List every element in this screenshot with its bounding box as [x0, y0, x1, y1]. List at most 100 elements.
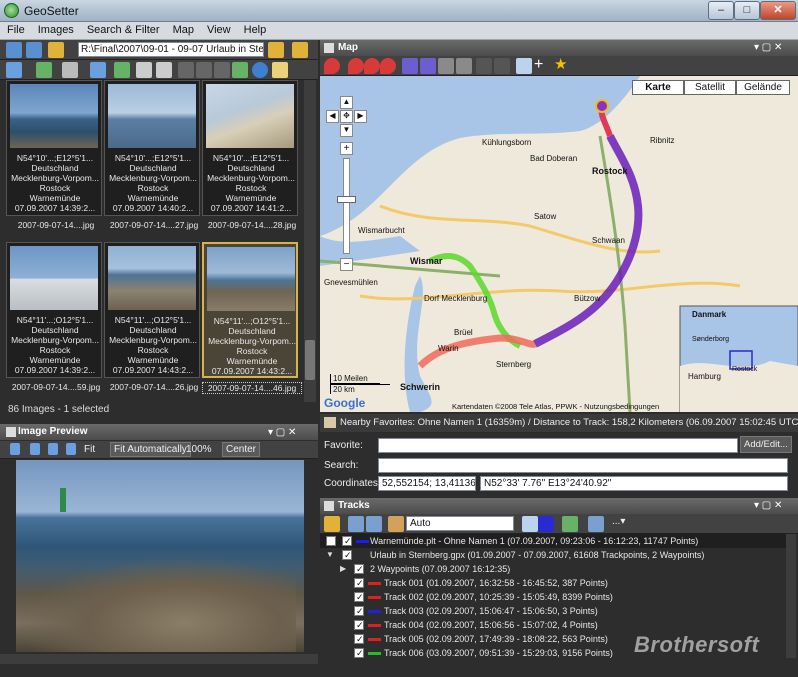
panel-controls[interactable]: ▾ ▢ ✕: [268, 427, 296, 438]
track-checkbox[interactable]: [354, 576, 364, 590]
marker-set-icon[interactable]: [348, 58, 364, 74]
redo-icon[interactable]: [196, 62, 212, 78]
map-type-gelaende[interactable]: Gelände: [736, 80, 790, 95]
track-checkbox[interactable]: [354, 562, 364, 576]
tracks-scrollbar[interactable]: [786, 534, 796, 658]
map-copyright[interactable]: Kartendaten ©2008 Tele Atlas, PPWK - Nut…: [452, 402, 678, 411]
track-checkbox[interactable]: [342, 548, 352, 562]
timezone-mode-dropdown[interactable]: Auto: [406, 516, 514, 531]
back-arrow-icon[interactable]: [6, 42, 22, 58]
expand-checkbox[interactable]: [326, 536, 336, 546]
thumbnail-item[interactable]: N54°11'...;O12°5'1... Deutschland Mecklenb…: [104, 242, 200, 392]
fit-automatically-button[interactable]: Fit Automatically: [110, 442, 191, 457]
menu-view[interactable]: View: [200, 22, 237, 36]
folder-path-input[interactable]: R:\Final\2007\09-01 - 09-07 Urlaub in St…: [78, 42, 264, 57]
maximize-button[interactable]: □: [734, 1, 760, 20]
up-folder-icon[interactable]: [48, 42, 64, 58]
timezone-icon[interactable]: [388, 516, 404, 532]
panel-controls[interactable]: ▾ ▢ ✕: [754, 42, 782, 53]
track-row[interactable]: Warnemünde.plt - Ohne Namen 1 (07.09.200…: [322, 534, 782, 548]
forward-arrow-icon[interactable]: [26, 42, 42, 58]
pan-left-icon[interactable]: ◀: [326, 110, 339, 123]
track-checkbox[interactable]: [354, 618, 364, 632]
add-edit-button[interactable]: Add/Edit...: [740, 436, 792, 453]
more-options-icon[interactable]: ...▾: [612, 516, 625, 527]
minimize-button[interactable]: –: [708, 1, 734, 20]
map-type-karte[interactable]: Karte: [632, 80, 684, 95]
pan-control[interactable]: ▲ ◀ ✥ ▶ ▼: [326, 96, 368, 138]
marker-remove-icon[interactable]: [364, 58, 380, 74]
crosshair-icon[interactable]: +: [534, 56, 543, 74]
star-favorites-icon[interactable]: ★: [554, 56, 567, 74]
thumbnail-item[interactable]: N54°10'...;E12°5'1... Deutschland Mecklenb…: [104, 80, 200, 230]
scrollbar-thumb[interactable]: [305, 340, 315, 380]
preview-hscroll[interactable]: [0, 654, 318, 664]
coordinates-dms-field[interactable]: N52°33' 7.76" E13°24'40.92": [480, 476, 788, 491]
thumbnail-item[interactable]: N54°10'...;E12°5'1... Deutschland Mecklenb…: [6, 80, 102, 230]
track-view-icon[interactable]: [588, 516, 604, 532]
pan-up-icon[interactable]: ▲: [340, 96, 353, 109]
track-checkbox[interactable]: [354, 590, 364, 604]
track-export-icon[interactable]: [562, 516, 578, 532]
track-color-icon[interactable]: [538, 516, 554, 532]
next-image-icon[interactable]: [48, 443, 58, 455]
prev-image-icon[interactable]: [30, 443, 40, 455]
open-folder-icon[interactable]: [268, 42, 284, 58]
thumbnail-scrollbar[interactable]: [304, 80, 316, 402]
pan-down-icon[interactable]: ▼: [340, 124, 353, 137]
edit-data-icon[interactable]: [136, 62, 152, 78]
last-image-icon[interactable]: [66, 443, 76, 455]
track-row[interactable]: ▶ 2 Waypoints (07.09.2007 16:12:35): [322, 562, 782, 576]
zoom-dropdown[interactable]: 100%: [186, 444, 212, 455]
collapse-arrow-icon[interactable]: ▼: [326, 548, 334, 562]
track-icon[interactable]: [402, 58, 418, 74]
track-tools-icon[interactable]: [366, 516, 382, 532]
center-button[interactable]: Center: [222, 442, 261, 457]
thumbnail-item[interactable]: N54°11'...;O12°5'1... Deutschland Mecklenb…: [6, 242, 102, 392]
track-row[interactable]: Track 003 (02.09.2007, 15:06:47 - 15:06:…: [322, 604, 782, 618]
filter-icon[interactable]: [90, 62, 106, 78]
sort-icon[interactable]: [36, 62, 52, 78]
image-info-icon[interactable]: [156, 62, 172, 78]
zoom-slider[interactable]: [343, 158, 350, 254]
marker-red-icon[interactable]: [324, 58, 340, 74]
info-icon[interactable]: [272, 62, 288, 78]
save-track-icon[interactable]: [348, 516, 364, 532]
expand-arrow-icon[interactable]: ▶: [340, 562, 346, 576]
map-back-icon[interactable]: [476, 58, 492, 74]
first-image-icon[interactable]: [10, 443, 20, 455]
comment-icon[interactable]: [516, 58, 532, 74]
menu-search-filter[interactable]: Search & Filter: [80, 22, 166, 36]
map-type-satellit[interactable]: Satellit: [684, 80, 736, 95]
undo-icon[interactable]: [178, 62, 194, 78]
thumbnail-item[interactable]: N54°10'...;E12°5'1... Deutschland Mecklenb…: [202, 80, 298, 230]
tools-icon[interactable]: [232, 62, 248, 78]
panel-controls[interactable]: ▾ ▢ ✕: [754, 500, 782, 511]
thumbnail-item-selected[interactable]: N54°11'...;O12°5'1... Deutschland Mecklenb…: [202, 242, 302, 394]
coordinates-decimal-field[interactable]: 52,552154; 13,411367: [378, 476, 476, 491]
fit-dropdown[interactable]: Fit: [84, 444, 95, 455]
save-icon[interactable]: [214, 62, 230, 78]
track-checkbox[interactable]: [354, 646, 364, 660]
close-button[interactable]: ✕: [760, 1, 796, 20]
map-canvas[interactable]: ▲ ◀ ✥ ▶ ▼ + − Karte Satellit Gelände Küh…: [320, 76, 798, 412]
track-row[interactable]: Track 002 (02.09.2007, 10:25:39 - 15:05:…: [322, 590, 782, 604]
track-sync-icon[interactable]: [420, 58, 436, 74]
zoom-slider-thumb[interactable]: [337, 196, 356, 203]
track-row[interactable]: Track 001 (01.09.2007, 16:32:58 - 16:45:…: [322, 576, 782, 590]
zoom-in-icon[interactable]: +: [340, 142, 353, 155]
route-icon[interactable]: [438, 58, 454, 74]
track-row[interactable]: Track 004 (02.09.2007, 15:06:56 - 15:07:…: [322, 618, 782, 632]
map-forward-icon[interactable]: [494, 58, 510, 74]
refresh-icon[interactable]: [114, 62, 130, 78]
view-mode-icon[interactable]: [6, 62, 22, 78]
track-checkbox[interactable]: [354, 604, 364, 618]
zoom-out-icon[interactable]: −: [340, 258, 353, 271]
pointer-icon[interactable]: [456, 58, 472, 74]
print-icon[interactable]: [62, 62, 78, 78]
track-checkbox[interactable]: [342, 534, 352, 548]
menu-file[interactable]: File: [0, 22, 31, 36]
pan-right-icon[interactable]: ▶: [354, 110, 367, 123]
track-row[interactable]: ▼ Urlaub in Sternberg.gpx (01.09.2007 - …: [322, 548, 782, 562]
marker-copy-icon[interactable]: [380, 58, 396, 74]
